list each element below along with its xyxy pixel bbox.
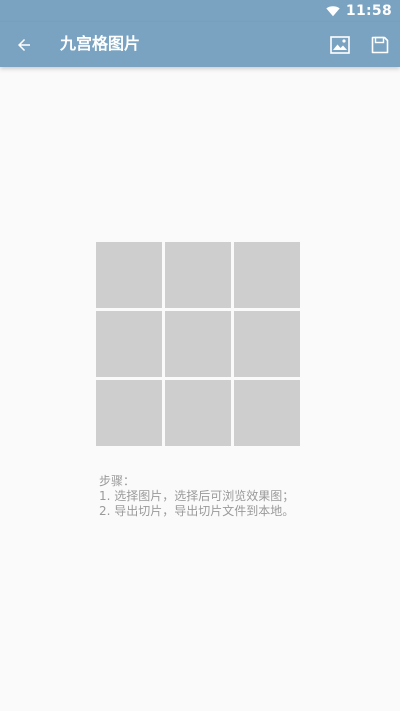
- grid-cell: [234, 380, 300, 446]
- grid-cell: [96, 311, 162, 377]
- grid-cell: [165, 242, 231, 308]
- grid-cell: [96, 380, 162, 446]
- grid-cell: [234, 311, 300, 377]
- save-button[interactable]: [366, 31, 394, 59]
- status-bar: 11:58: [0, 0, 400, 22]
- steps-line-2: 2. 导出切片，导出切片文件到本地。: [99, 504, 295, 518]
- app-bar: 九宫格图片: [0, 22, 400, 67]
- steps-line-1: 1. 选择图片，选择后可浏览效果图；: [99, 489, 295, 503]
- select-image-button[interactable]: [326, 31, 354, 59]
- screen: 11:58 九宫格图片 步骤： 1. 选择图片，选择后可浏览效果图； 2. 导出…: [0, 0, 400, 711]
- save-icon: [371, 36, 389, 54]
- arrow-back-icon: [18, 39, 30, 51]
- grid-cell: [234, 242, 300, 308]
- grid-cell: [165, 311, 231, 377]
- page-title: 九宫格图片: [60, 34, 141, 53]
- steps-instructions: 步骤： 1. 选择图片，选择后可浏览效果图； 2. 导出切片，导出切片文件到本地…: [99, 474, 294, 519]
- image-icon: [330, 36, 350, 54]
- grid-cell: [165, 380, 231, 446]
- steps-heading: 步骤：: [99, 474, 136, 488]
- grid-cell: [96, 242, 162, 308]
- status-time: 11:58: [345, 3, 392, 19]
- nine-grid-preview[interactable]: [96, 242, 302, 448]
- back-button[interactable]: [10, 31, 38, 59]
- wifi-icon: [326, 6, 340, 17]
